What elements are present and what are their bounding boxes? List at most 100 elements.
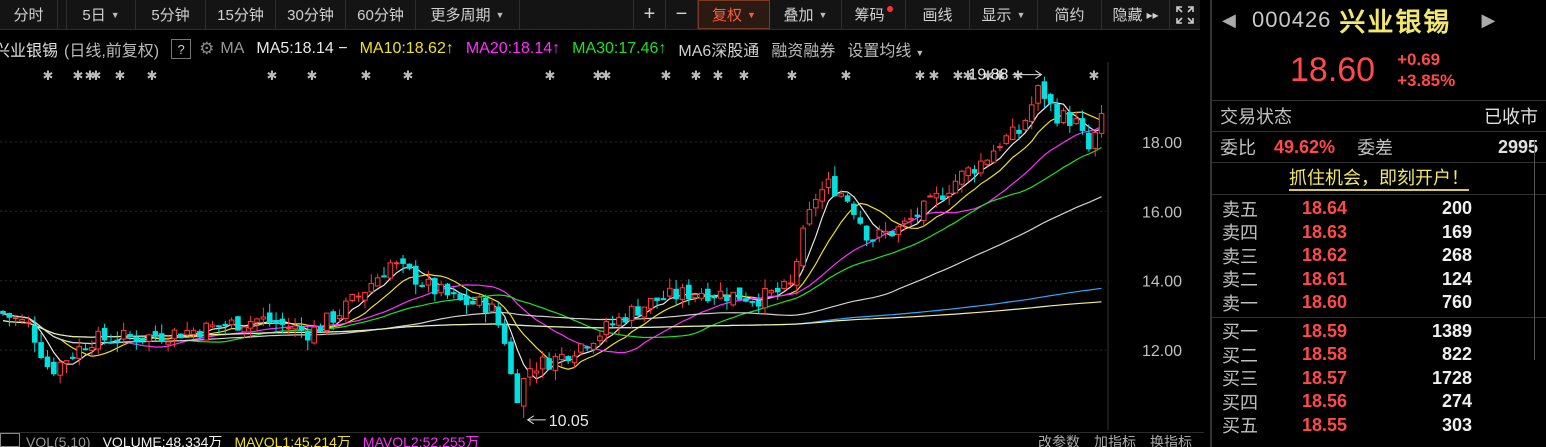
zoom-in-button[interactable]: +: [634, 0, 666, 29]
candle: [228, 317, 235, 329]
ma20-arrow: ↑: [552, 40, 561, 57]
candle-body: [203, 322, 209, 341]
candle: [247, 315, 254, 338]
ma-settings-link[interactable]: 设置均线 ▼: [847, 37, 924, 61]
candle-body: [101, 327, 108, 341]
draw-line-button[interactable]: 画线: [906, 0, 970, 29]
level-volume: 274: [1441, 391, 1472, 412]
candle: [324, 312, 330, 335]
tab-more-periods[interactable]: 更多周期 ▼: [416, 0, 520, 29]
tab-fenshi[interactable]: 分时: [0, 0, 58, 29]
level-volume: 268: [1441, 245, 1472, 266]
tab-15min[interactable]: 15分钟: [206, 0, 276, 29]
fuquan-button[interactable]: 复权 ▼: [698, 0, 770, 29]
ma30-arrow: ↑: [658, 40, 667, 57]
candle-body: [863, 225, 870, 241]
tab-5day[interactable]: 5日 ▼: [66, 0, 136, 29]
candle: [565, 355, 571, 364]
hide-button[interactable]: 隐藏 ▸▸: [1102, 0, 1170, 29]
display-button[interactable]: 显示 ▼: [970, 0, 1038, 29]
level-name: 卖四: [1222, 223, 1258, 244]
candle: [406, 263, 413, 271]
overlay-button[interactable]: 叠加 ▼: [770, 0, 842, 29]
ma10-value: MA10:18.62: [359, 40, 446, 57]
tab-30min[interactable]: 30分钟: [276, 0, 346, 29]
candle: [158, 324, 165, 344]
candle-body: [406, 263, 413, 269]
gear-icon[interactable]: ⚙: [199, 39, 214, 59]
tab-label: 更多周期: [430, 7, 491, 24]
zoom-out-button[interactable]: −: [666, 0, 698, 29]
promo-banner[interactable]: 抓住机会，即刻开户！: [1212, 163, 1546, 195]
candle-body: [305, 331, 311, 341]
candle: [273, 312, 279, 333]
level-name: 卖二: [1222, 270, 1258, 291]
fullscreen-button[interactable]: [1170, 0, 1200, 29]
candle-body: [654, 297, 660, 301]
change-params-button[interactable]: 改参数: [1038, 433, 1080, 447]
level-name: 买一: [1222, 322, 1258, 343]
candle-body: [882, 230, 889, 234]
candle-body: [25, 321, 32, 324]
stock-name: 兴业银锡: [1339, 6, 1452, 37]
chips-button[interactable]: 筹码: [842, 0, 906, 29]
simple-mode-button[interactable]: 简约: [1038, 0, 1102, 29]
promo-link[interactable]: 抓住机会，即刻开户！: [1289, 167, 1469, 191]
kline-svg[interactable]: ✱ ✱ ✱✱ ✱ ✱ ✱ ✱ ✱ ✱ ✱ ✱✱ ✱ ✱ ✱ ✱ ✱ ✱ ✱ ✱ ✱ ✱ ✱ ✱ ✱ ✱ 19.88 10.05 1…: [0, 62, 1204, 430]
event-marker-icon: ✱: [73, 69, 84, 84]
candle-body: [997, 146, 1003, 149]
last-price: 18.60: [1290, 50, 1376, 89]
candle: [133, 330, 140, 350]
swap-indicator-button[interactable]: 换指标: [1150, 433, 1192, 447]
margin-trading-link[interactable]: 融资融券: [771, 37, 835, 61]
candle: [965, 165, 972, 183]
candle-body: [920, 200, 927, 222]
ma20-line: [2, 125, 1102, 354]
candle: [717, 282, 724, 300]
ma30-value: MA30:17.46: [572, 40, 659, 57]
event-marker-icon: ✱: [915, 69, 926, 84]
candle-body: [19, 318, 25, 322]
candle-body: [635, 306, 641, 316]
hide-label: 隐藏: [1112, 7, 1143, 24]
tab-label: 60分钟: [357, 7, 404, 24]
event-marker-icon: ✱: [601, 69, 612, 84]
y-tick-label: 12.00: [1142, 343, 1182, 360]
side-collapsed-panel[interactable]: [1534, 140, 1546, 360]
prev-stock-icon[interactable]: ◀: [1222, 10, 1244, 31]
level-price: 18.56: [1302, 391, 1348, 412]
candle-body: [628, 305, 635, 321]
candle-body: [825, 178, 832, 189]
candle: [178, 333, 184, 339]
weicha-label: 委差: [1357, 138, 1394, 158]
candle: [514, 368, 521, 404]
orderbook-row: 卖二 18.61 124: [1212, 268, 1546, 292]
candle: [882, 221, 889, 239]
candle-body: [457, 293, 463, 301]
candle: [520, 377, 527, 418]
tab-60min[interactable]: 60分钟: [346, 0, 416, 29]
candle-body: [158, 333, 165, 342]
overlay-label: 叠加: [783, 7, 814, 24]
collapse-box[interactable]: [0, 433, 20, 447]
candle-body: [89, 346, 95, 351]
candle-body: [774, 287, 781, 293]
candle-body: [844, 195, 851, 202]
candle-body: [857, 217, 864, 224]
candle-body: [381, 275, 387, 278]
candle-body: [120, 329, 127, 340]
help-icon[interactable]: ?: [171, 39, 192, 59]
kline-chart[interactable]: ✱ ✱ ✱ ✱ ✱ ✱ ✱ ✱ ✱ ✱ ✱ ✱ ✱ ✱ ✱ ✱ ✱ ✱ ✱ ✱ ✱ ✱ ✱ ✱ ✱ ✱ ✱ 19.88 10.05 1…: [0, 62, 1204, 430]
candle-body: [946, 192, 952, 197]
level-price: 18.58: [1302, 344, 1348, 365]
tab-5min[interactable]: 5分钟: [136, 0, 206, 29]
next-stock-icon[interactable]: ▶: [1481, 10, 1503, 31]
add-indicator-button[interactable]: 加指标: [1094, 433, 1136, 447]
candle-body: [412, 265, 419, 285]
ma10-line: [2, 111, 1102, 370]
level-volume: 169: [1441, 221, 1472, 242]
candle-body: [806, 209, 813, 225]
candle-body: [6, 312, 13, 318]
candle-body: [387, 262, 394, 279]
candle-body: [1003, 135, 1010, 144]
